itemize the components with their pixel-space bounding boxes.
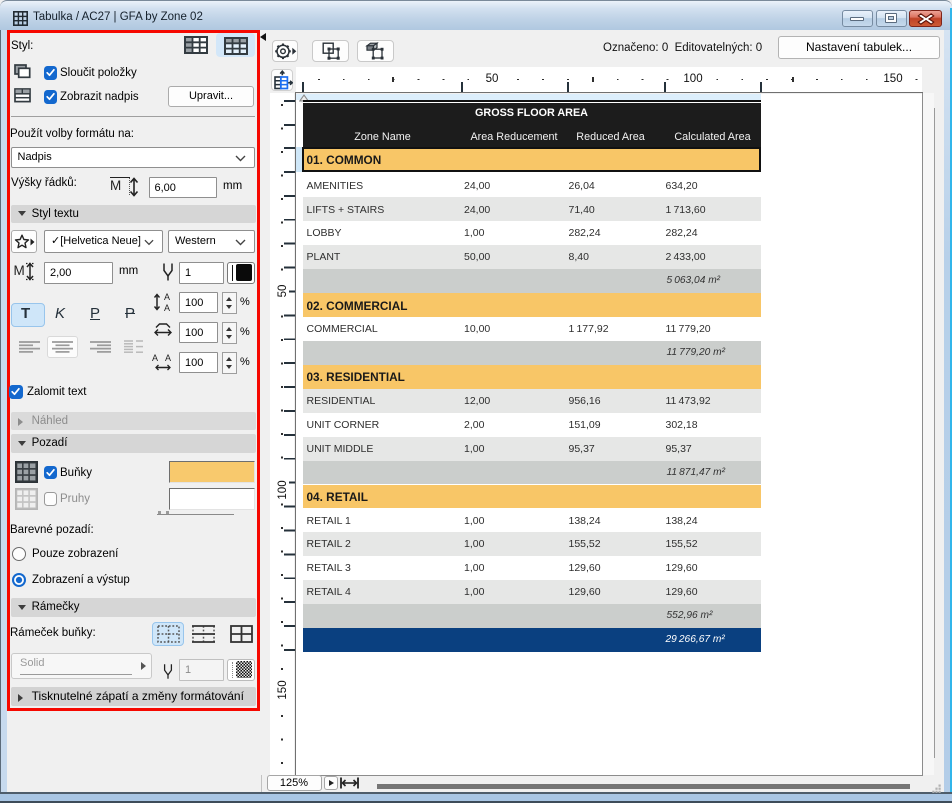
svg-text:A: A	[152, 353, 158, 363]
svg-text:A: A	[164, 292, 170, 302]
svg-text:A: A	[164, 303, 170, 313]
svg-text:A: A	[165, 353, 171, 363]
